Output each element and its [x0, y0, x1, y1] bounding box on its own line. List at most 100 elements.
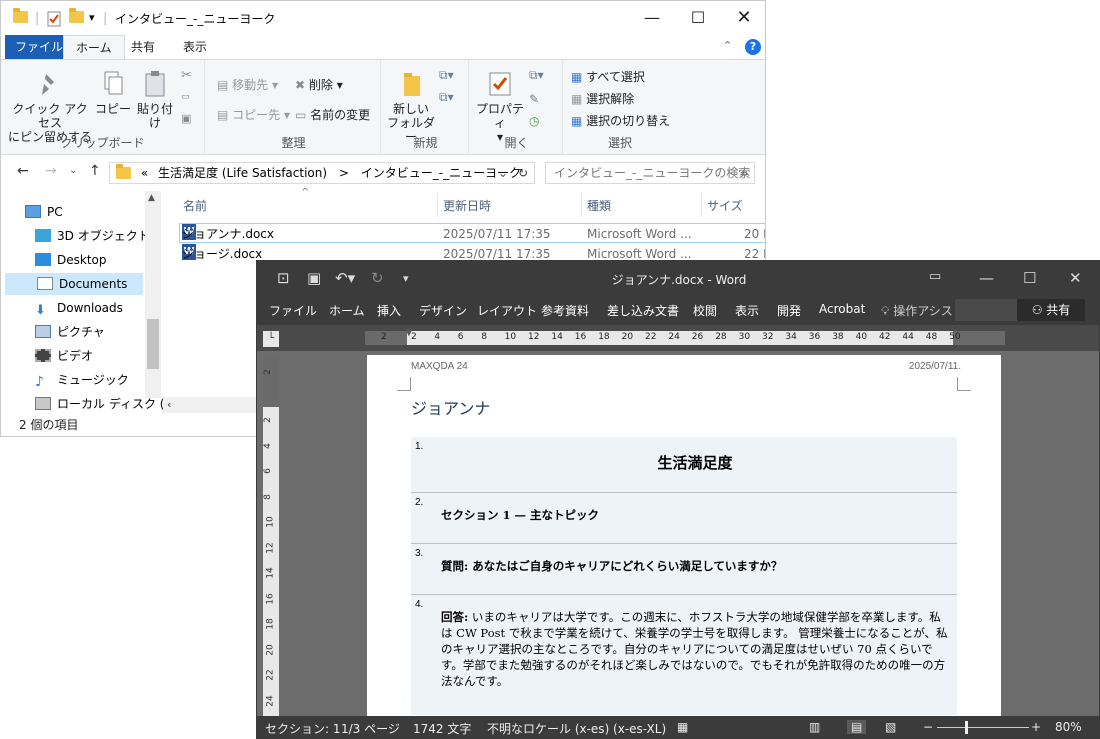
horizontal-scrollbar[interactable]: ‹ — [163, 397, 263, 413]
tab-insert[interactable]: 挿入 — [377, 302, 401, 319]
tab-view[interactable]: 表示 — [171, 35, 219, 59]
maximize-button[interactable]: ☐ — [1023, 269, 1036, 287]
share-button[interactable]: ⚇ 共有 — [1017, 299, 1085, 321]
web-layout-icon[interactable]: ▧ — [885, 720, 896, 734]
address-dropdown-icon[interactable]: ⌄ — [498, 163, 508, 183]
nav-item-downloads[interactable]: ⬇ Downloads — [35, 297, 123, 319]
scrollbar-thumb[interactable] — [147, 319, 159, 369]
tab-layout[interactable]: レイアウト — [477, 302, 537, 319]
macro-record-icon[interactable]: ▦ — [677, 720, 688, 734]
tab-home[interactable]: ホーム — [63, 35, 125, 59]
minimize-button[interactable]: — — [979, 269, 994, 287]
vertical-ruler[interactable]: 2 2 4 6 8 10 12 14 16 18 20 22 24 — [263, 355, 279, 738]
close-button[interactable]: ✕ — [1069, 269, 1082, 287]
up-arrow-icon[interactable]: ↑ — [89, 163, 101, 179]
nav-item-documents[interactable]: Documents — [5, 273, 143, 295]
print-layout-icon[interactable]: ▤ — [847, 720, 867, 734]
invert-selection-button[interactable]: ▦ 選択の切り替え — [571, 112, 670, 129]
tab-developer[interactable]: 開発 — [777, 302, 801, 319]
maximize-button[interactable]: ☐ — [675, 1, 721, 35]
nav-item-3d-objects[interactable]: 3D オブジェクト — [35, 225, 150, 247]
search-input[interactable]: インタビュー_-_ニューヨークの検索 ⌕ — [545, 162, 755, 184]
tab-review[interactable]: 校閲 — [693, 302, 717, 319]
zoom-slider[interactable] — [937, 727, 1029, 728]
scroll-up-icon[interactable]: ▲ — [148, 193, 155, 203]
zoom-slider-thumb[interactable] — [965, 721, 968, 734]
pin-quick-access-button[interactable]: クイック アクセス にピン留めする — [7, 70, 93, 144]
column-modified[interactable]: 更新日時 — [443, 197, 491, 214]
help-icon[interactable]: ? — [745, 39, 761, 55]
tab-selector[interactable]: └ — [263, 331, 279, 347]
tab-mailings[interactable]: 差し込み文書 — [607, 302, 679, 319]
column-size[interactable]: サイズ — [707, 197, 743, 214]
tab-home[interactable]: ホーム — [329, 302, 365, 319]
file-row[interactable]: W ジョアンナ.docx 2025/07/11 17:35 Microsoft W… — [179, 223, 765, 243]
copy-to-button[interactable]: ▤ コピー先 ▾ — [217, 106, 290, 123]
copy-path-icon[interactable]: ▭ — [181, 92, 190, 102]
copy-button[interactable]: コピー — [95, 70, 131, 116]
column-type[interactable]: 種類 — [587, 197, 611, 214]
properties-button[interactable]: プロパティ ▾ — [473, 70, 527, 144]
document-page[interactable]: MAXQDA 24 2025/07/11. ジョアンナ 1. 生活満足度 2. … — [367, 355, 1001, 717]
cut-icon[interactable]: ✂ — [181, 68, 192, 83]
paste-shortcut-icon[interactable]: ▣ — [181, 112, 191, 125]
account-area[interactable] — [955, 299, 1021, 321]
paste-button[interactable]: 貼り付け — [133, 70, 177, 130]
section-indicator[interactable]: セクション: 1 — [265, 720, 341, 737]
nav-item-desktop[interactable]: Desktop — [35, 249, 107, 271]
collapse-ribbon-icon[interactable]: ⌃ — [723, 39, 732, 52]
horizontal-ruler[interactable]: ▼ 2 2 4 6 8 10 12 14 16 18 20 22 24 26 28 30 32 34 36 38 40 4… — [365, 327, 1005, 345]
nav-item-pc[interactable]: PC — [25, 201, 63, 223]
refresh-icon[interactable]: ↻ — [518, 163, 528, 183]
ribbon-display-options-icon[interactable]: ▭ — [929, 269, 941, 284]
nav-item-videos[interactable]: ビデオ — [35, 345, 93, 367]
delete-button[interactable]: ✖ 削除 ▾ — [295, 76, 343, 93]
zoom-level[interactable]: 80% — [1055, 720, 1082, 734]
column-name[interactable]: 名前 — [183, 197, 207, 214]
select-none-button[interactable]: ▦ 選択解除 — [571, 90, 634, 107]
column-divider[interactable] — [581, 193, 582, 217]
tab-file[interactable]: ファイル — [269, 302, 317, 319]
address-bar[interactable]: « 生活満足度 (Life Satisfaction) > インタビュー_-_ニ… — [109, 162, 535, 184]
column-divider[interactable] — [701, 193, 702, 217]
tab-share[interactable]: 共有 — [119, 35, 167, 59]
edit-icon[interactable]: ✎ — [529, 92, 539, 106]
new-item-icon[interactable]: ⧉▾ — [439, 68, 454, 83]
breadcrumb-item[interactable]: 生活満足度 (Life Satisfaction) — [158, 166, 327, 180]
nav-scrollbar[interactable]: ▲ — [145, 191, 161, 398]
history-icon[interactable]: ◷ — [529, 114, 539, 128]
scroll-left-icon[interactable]: ‹ — [167, 398, 171, 411]
read-mode-icon[interactable]: ▥ — [809, 720, 820, 734]
easy-access-icon[interactable]: ⧉▾ — [439, 90, 454, 105]
back-arrow-icon[interactable]: ← — [17, 163, 29, 179]
close-button[interactable]: ✕ — [721, 1, 765, 35]
zoom-out-icon[interactable]: − — [923, 720, 933, 734]
new-folder-button[interactable]: 新しい フォルダー — [387, 70, 435, 144]
properties-check-icon[interactable] — [47, 11, 61, 27]
column-divider[interactable] — [437, 193, 438, 217]
new-folder-quick-icon[interactable] — [69, 8, 84, 27]
open-icon[interactable]: ⧉▾ — [529, 68, 544, 83]
rename-button[interactable]: ▭ 名前の変更 — [295, 106, 370, 123]
clipboard-group: クイック アクセス にピン留めする コピー 貼り付け ✂ ▭ ▣ クリップボード — [1, 60, 205, 155]
recent-dropdown-icon[interactable]: ⌄ — [69, 165, 77, 176]
tab-design[interactable]: デザイン — [419, 302, 467, 319]
forward-arrow-icon[interactable]: → — [45, 163, 57, 179]
select-all-button[interactable]: ▦ すべて選択 — [571, 68, 645, 85]
move-to-button[interactable]: ▤ 移動先 ▾ — [217, 76, 278, 93]
tab-references[interactable]: 参考資料 — [541, 302, 589, 319]
nav-item-pictures[interactable]: ピクチャ — [35, 321, 105, 343]
quick-access-dropdown-icon[interactable]: ▾ — [89, 11, 95, 27]
tab-acrobat[interactable]: Acrobat — [819, 302, 865, 316]
breadcrumb-overflow[interactable]: « — [141, 166, 148, 180]
nav-item-music[interactable]: ♪ ミュージック — [35, 369, 129, 391]
language-indicator[interactable]: 不明なロケール (x-es) (x-es-XL) — [487, 720, 666, 737]
zoom-in-icon[interactable]: + — [1031, 720, 1041, 734]
ruler-number: 48 — [925, 332, 938, 342]
tell-me-search[interactable]: 💡︎ 操作アシス — [881, 302, 953, 319]
tab-view[interactable]: 表示 — [735, 302, 759, 319]
page-indicator[interactable]: 1/3 ページ — [341, 720, 400, 737]
minimize-button[interactable]: — — [629, 1, 675, 35]
copy-icon — [104, 71, 123, 95]
word-count[interactable]: 1742 文字 — [413, 720, 471, 737]
